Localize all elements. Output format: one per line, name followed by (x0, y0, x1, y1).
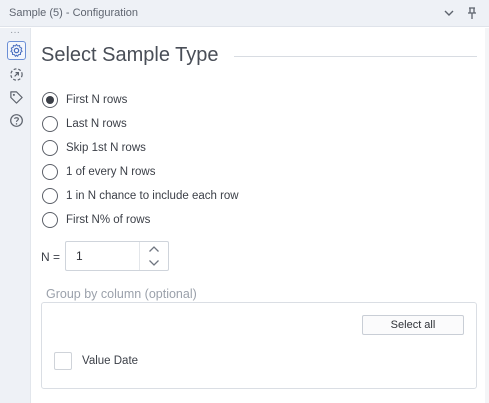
sidebar-item-configuration[interactable] (7, 41, 26, 60)
n-label: N = (41, 250, 61, 264)
window-titlebar: Sample (5) - Configuration (0, 0, 489, 27)
radio-button[interactable] (42, 212, 58, 228)
radio-button[interactable] (42, 116, 58, 132)
sidebar-item-annotation[interactable] (7, 88, 26, 107)
sidebar-item-help[interactable] (7, 111, 26, 130)
section-heading: Select Sample Type (41, 44, 219, 66)
column-label: Value Date (82, 355, 139, 367)
column-checkbox[interactable] (54, 352, 72, 370)
pin-button[interactable] (463, 4, 481, 22)
radio-one-of-every-n-rows[interactable]: 1 of every N rows (42, 162, 155, 182)
arrow-circle-icon (10, 68, 23, 81)
radio-label: 1 in N chance to include each row (66, 190, 239, 202)
help-circle-icon (10, 114, 23, 127)
radio-button[interactable] (42, 164, 58, 180)
radio-label: Skip 1st N rows (66, 142, 146, 154)
heading-divider (234, 56, 477, 57)
select-all-button[interactable]: Select all (362, 315, 464, 335)
chevron-down-icon (149, 260, 159, 266)
radio-last-n-rows[interactable]: Last N rows (42, 114, 127, 134)
radio-skip-first-n-rows[interactable]: Skip 1st N rows (42, 138, 146, 158)
more-dots[interactable]: ··· (10, 28, 20, 38)
n-input[interactable] (66, 242, 140, 270)
config-sidebar: ··· (0, 28, 31, 403)
tag-icon (10, 91, 23, 104)
gear-icon (10, 43, 23, 57)
increment-button[interactable] (140, 242, 168, 256)
radio-first-n-rows[interactable]: First N rows (42, 90, 127, 110)
radio-one-in-n-chance[interactable]: 1 in N chance to include each row (42, 186, 239, 206)
radio-first-n-percent[interactable]: First N% of rows (42, 210, 150, 230)
radio-label: First N rows (66, 94, 128, 106)
collapse-button[interactable] (440, 4, 458, 22)
radio-label: 1 of every N rows (66, 166, 156, 178)
decrement-button[interactable] (140, 256, 168, 270)
stepper-buttons (139, 242, 168, 270)
scrollbar-track[interactable] (485, 28, 489, 403)
column-item-value-date[interactable]: Value Date (54, 352, 138, 370)
radio-button[interactable] (42, 140, 58, 156)
radio-label: First N% of rows (66, 214, 151, 226)
group-by-label: Group by column (optional) (46, 287, 197, 301)
radio-label: Last N rows (66, 118, 127, 130)
sidebar-item-connections[interactable] (7, 65, 26, 84)
radio-button[interactable] (42, 188, 58, 204)
pin-icon (468, 7, 476, 19)
chevron-down-icon (444, 10, 454, 16)
chevron-up-icon (149, 246, 159, 252)
radio-button[interactable] (42, 92, 58, 108)
window-title: Sample (5) - Configuration (9, 7, 139, 19)
n-stepper (65, 241, 169, 271)
group-by-panel: Select all Value Date (41, 302, 477, 389)
